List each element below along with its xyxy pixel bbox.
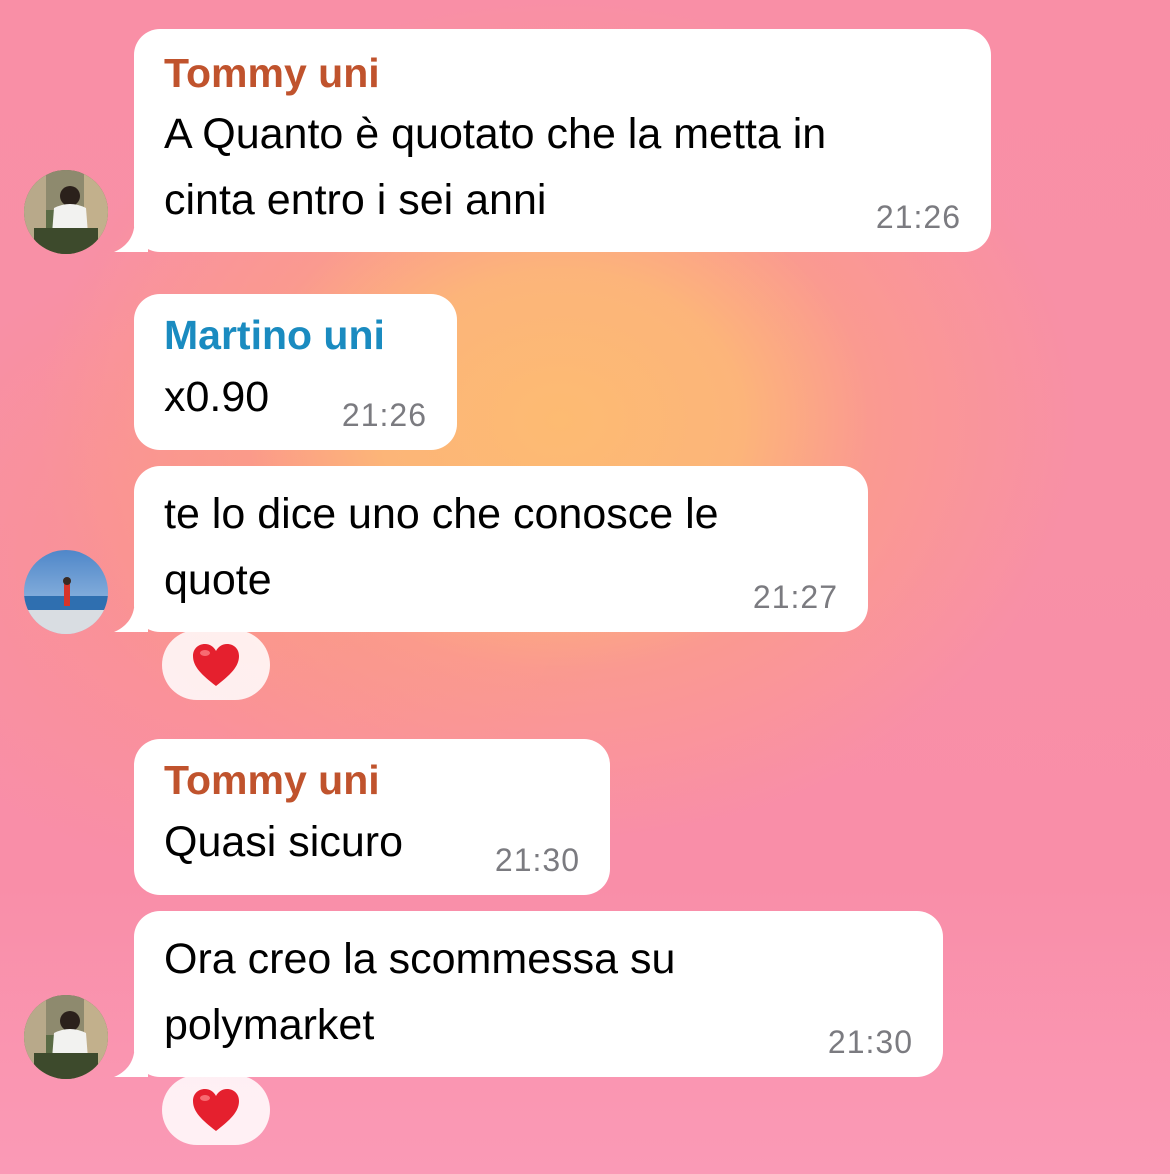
reaction-badge[interactable] (162, 630, 270, 700)
sender-name[interactable]: Tommy uni (164, 49, 380, 97)
sender-name[interactable]: Martino uni (164, 311, 385, 359)
message-time: 21:27 (752, 579, 838, 615)
message-time: 21:26 (875, 199, 961, 235)
message-text-line: polymarket (164, 1001, 375, 1049)
message-text-line: x0.90 (164, 373, 270, 421)
message-text-line: te lo dice uno che conosce le (164, 490, 719, 538)
message-bubble[interactable]: Tommy uni A Quanto è quotato che la mett… (134, 29, 991, 252)
message-text-line: Quasi sicuro (164, 818, 403, 866)
message-text-line: Ora creo la scommessa su (164, 935, 676, 983)
message-bubble[interactable]: Tommy uni Quasi sicuro 21:30 (134, 739, 610, 895)
reaction-badge[interactable] (162, 1075, 270, 1145)
message-text-line: A Quanto è quotato che la metta in (164, 110, 827, 158)
sender-name[interactable]: Tommy uni (164, 756, 380, 804)
message-bubble[interactable]: te lo dice uno che conosce le quote 21:2… (134, 466, 868, 632)
message-bubble[interactable]: Ora creo la scommessa su polymarket 21:3… (134, 911, 943, 1077)
heart-emoji-icon (193, 644, 239, 686)
message-time: 21:26 (341, 397, 427, 433)
avatar-tommy[interactable] (24, 170, 108, 254)
message-text-line: cinta entro i sei anni (164, 176, 547, 224)
message-bubble[interactable]: Martino uni x0.90 21:26 (134, 294, 457, 450)
avatar-tommy[interactable] (24, 995, 108, 1079)
message-text-line: quote (164, 556, 272, 604)
message-time: 21:30 (494, 842, 580, 878)
heart-emoji-icon (193, 1089, 239, 1131)
avatar-martino[interactable] (24, 550, 108, 634)
message-time: 21:30 (827, 1024, 913, 1060)
